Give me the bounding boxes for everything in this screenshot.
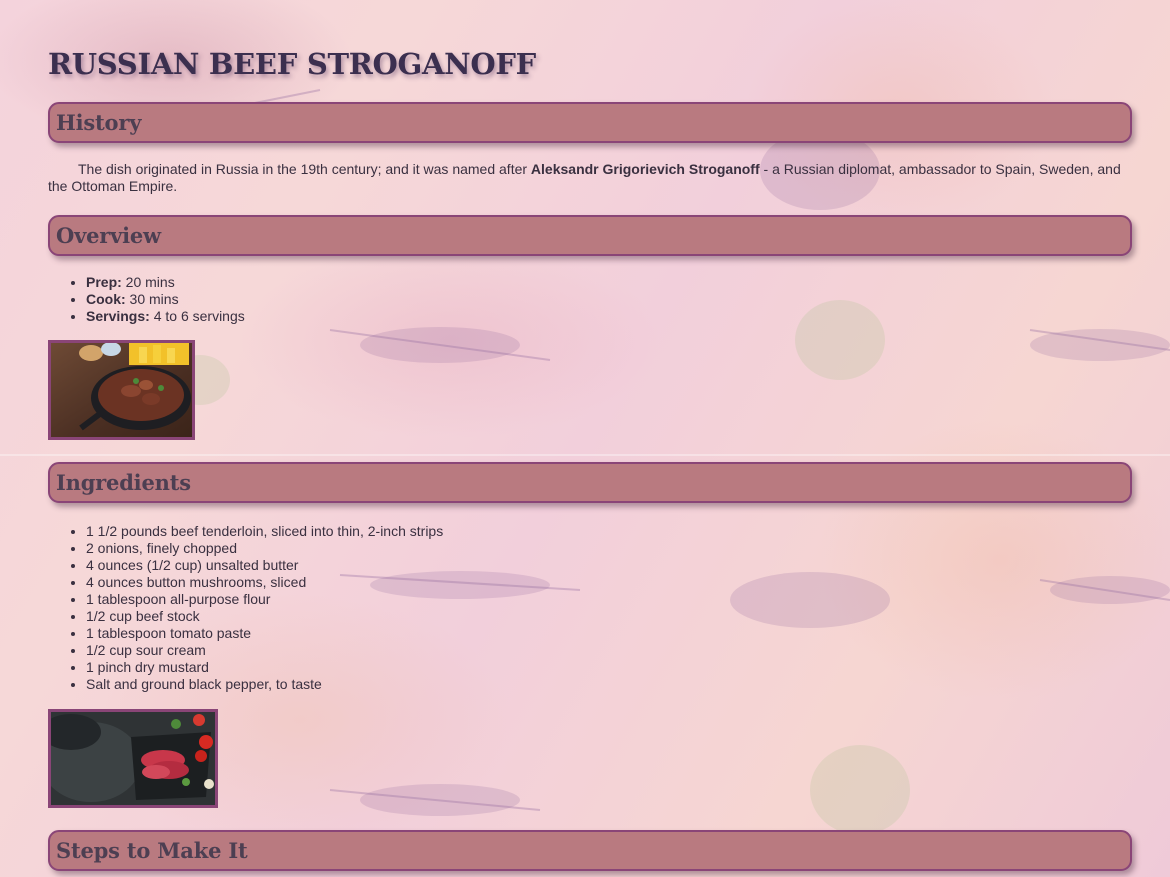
history-text-before: The dish originated in Russia in the 19t…: [78, 161, 531, 177]
overview-item-value: 4 to 6 servings: [149, 308, 245, 324]
steps-section-header: Steps to Make It: [48, 830, 1132, 871]
ingredient-item: 2 onions, finely chopped: [86, 540, 1132, 557]
beef-stew-image: [51, 343, 192, 437]
ingredient-item: 1 tablespoon tomato paste: [86, 625, 1132, 642]
beef-stew-photo: [48, 340, 195, 440]
overview-item-value: 20 mins: [121, 274, 175, 290]
page-title: RUSSIAN BEEF STROGANOFF: [48, 47, 536, 81]
history-paragraph: The dish originated in Russia in the 19t…: [48, 161, 1132, 195]
ingredient-item: 4 ounces (1/2 cup) unsalted butter: [86, 557, 1132, 574]
overview-item-label: Servings:: [86, 308, 150, 324]
history-heading: History: [56, 110, 142, 135]
ingredient-item: 1 tablespoon all-purpose flour: [86, 591, 1132, 608]
overview-list: Prep: 20 mins Cook: 30 mins Servings: 4 …: [48, 274, 1132, 325]
overview-item-prep: Prep: 20 mins: [86, 274, 1132, 291]
page-content: RUSSIAN BEEF STROGANOFF History The dish…: [0, 0, 1170, 871]
ingredient-item: 1 1/2 pounds beef tenderloin, sliced int…: [86, 523, 1132, 540]
history-section-header: History: [48, 102, 1132, 143]
ingredient-item: Salt and ground black pepper, to taste: [86, 676, 1132, 693]
ingredient-item: 1 pinch dry mustard: [86, 659, 1132, 676]
ingredients-section-header: Ingredients: [48, 462, 1132, 503]
steps-heading: Steps to Make It: [56, 838, 248, 863]
overview-item-cook: Cook: 30 mins: [86, 291, 1132, 308]
overview-item-label: Prep:: [86, 274, 122, 290]
overview-item-value: 30 mins: [125, 291, 179, 307]
ingredient-item: 1/2 cup beef stock: [86, 608, 1132, 625]
overview-item-servings: Servings: 4 to 6 servings: [86, 308, 1132, 325]
ingredients-list: 1 1/2 pounds beef tenderloin, sliced int…: [48, 523, 1132, 693]
history-text-bold: Aleksandr Grigorievich Stroganoff: [530, 161, 760, 177]
ingredients-heading: Ingredients: [56, 470, 191, 495]
overview-item-label: Cook:: [86, 291, 126, 307]
ingredient-item: 4 ounces button mushrooms, sliced: [86, 574, 1132, 591]
ingredient-item: 1/2 cup sour cream: [86, 642, 1132, 659]
raw-beef-photo: [48, 709, 218, 808]
overview-heading: Overview: [56, 223, 161, 248]
overview-section-header: Overview: [48, 215, 1132, 256]
raw-beef-image: [51, 712, 215, 805]
